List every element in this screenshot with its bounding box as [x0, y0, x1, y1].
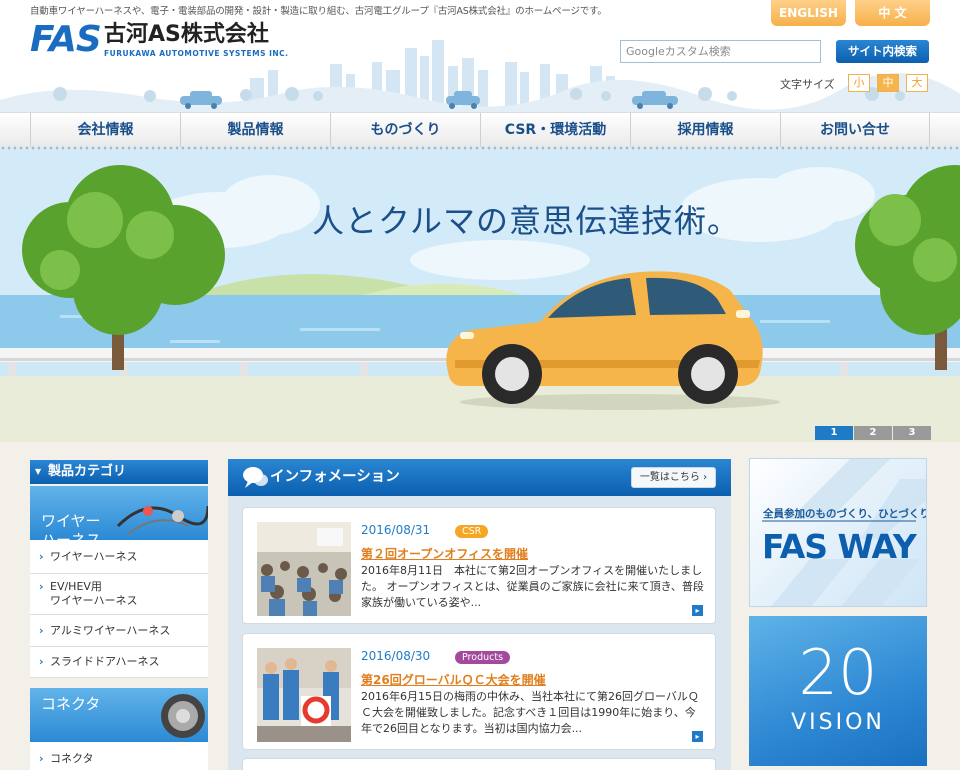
news-date: 2016/08/31 — [361, 523, 431, 537]
wire-harness-banner[interactable]: ワイヤー ハーネス — [30, 486, 208, 540]
read-more-arrow-icon[interactable]: ▸ — [692, 605, 703, 616]
product-category-header: 製品カテゴリ — [30, 460, 208, 484]
news-excerpt: 2016年8月11日 本社にて第2回オープンオフィスを開催いたしました。 オープ… — [361, 564, 704, 609]
read-more-arrow-icon[interactable]: ▸ — [692, 731, 703, 742]
nav-products[interactable]: 製品情報 — [180, 113, 330, 147]
sidebar-item-connector[interactable]: コネクタ — [30, 742, 208, 770]
global-navigation: 会社情報 製品情報 ものづくり CSR・環境活動 採用情報 お問い合せ — [0, 112, 960, 150]
sidebar-item-ev-hev-wire-harness[interactable]: EV/HEV用 ワイヤーハーネス — [30, 574, 208, 615]
logo-mark: FAS — [30, 19, 102, 60]
news-item[interactable] — [242, 758, 716, 770]
news-tag-badge: Products — [455, 651, 511, 664]
sidebar-item-wire-harness[interactable]: ワイヤーハーネス — [30, 540, 208, 574]
vision-20-banner[interactable]: 20 VISION — [749, 616, 927, 766]
hero-illustration — [0, 150, 960, 442]
nav-company-info[interactable]: 会社情報 — [30, 113, 180, 147]
connector-banner-label: コネクタ — [41, 695, 101, 713]
view-all-label: 一覧はこちら — [639, 472, 700, 483]
connector-icon — [161, 694, 205, 738]
slide-3-button[interactable]: 3 — [893, 426, 931, 440]
news-photo-office — [257, 522, 351, 616]
news-photo-qc — [257, 648, 351, 742]
font-size-small-button[interactable]: 小 — [848, 74, 870, 92]
site-tagline: 自動車ワイヤーハーネスや、電子・電装部品の開発・設計・製造に取り組む、古河電工グ… — [30, 6, 607, 17]
slide-2-button[interactable]: 2 — [854, 426, 892, 440]
news-title-link[interactable]: 第２回オープンオフィスを開催 — [361, 545, 528, 562]
font-size-medium-button[interactable]: 中 — [877, 74, 899, 92]
information-title: インフォメーション — [270, 469, 400, 485]
fas-way-subtitle: 全員参加のものづくり、ひとづくり — [763, 508, 927, 520]
news-item[interactable]: 2016/08/31 CSR 第２回オープンオフィスを開催 2016年8月11日… — [242, 507, 716, 624]
search-input[interactable]: Googleカスタム検索 — [620, 40, 821, 63]
slide-1-button[interactable]: 1 — [815, 426, 853, 440]
news-tag-badge: CSR — [455, 525, 489, 538]
font-size-large-button[interactable]: 大 — [906, 74, 928, 92]
hero-slideshow[interactable]: 人とクルマの意思伝達技術。 1 2 3 — [0, 150, 960, 442]
sidebar-item-aluminum-wire-harness[interactable]: アルミワイヤーハーネス — [30, 615, 208, 647]
news-title-link[interactable]: 第26回グローバルＱＣ大会を開催 — [361, 671, 546, 688]
wire-harness-icon — [116, 505, 208, 535]
site-search-button[interactable]: サイト内検索 — [836, 40, 929, 63]
nav-recruit[interactable]: 採用情報 — [630, 113, 780, 147]
vision-number: 20 — [798, 636, 878, 709]
logo-english-name: FURUKAWA AUTOMOTIVE SYSTEMS INC. — [104, 49, 289, 58]
hero-caption: 人とクルマの意思伝達技術。 — [312, 202, 741, 240]
vision-word: VISION — [791, 710, 885, 735]
company-logo[interactable]: FAS 古河AS株式会社 FURUKAWA AUTOMOTIVE SYSTEMS… — [30, 22, 300, 62]
fas-way-title: FAS WAY — [762, 527, 917, 566]
chinese-button[interactable]: 中 文 — [855, 0, 930, 26]
information-header: インフォメーション 一覧はこちら › — [228, 459, 731, 496]
nav-contact[interactable]: お問い合せ — [780, 113, 930, 147]
site-header: 自動車ワイヤーハーネスや、電子・電装部品の開発・設計・製造に取り組む、古河電工グ… — [0, 0, 960, 112]
sidebar-item-slide-door-harness[interactable]: スライドドアハーネス — [30, 647, 208, 678]
nav-monozukuri[interactable]: ものづくり — [330, 113, 480, 147]
fas-way-banner[interactable]: 全員参加のものづくり、ひとづくり FAS WAY — [749, 458, 927, 607]
connector-banner[interactable]: コネクタ — [30, 688, 208, 742]
view-all-button[interactable]: 一覧はこちら › — [631, 467, 716, 488]
wire-harness-banner-label: ワイヤー ハーネス — [41, 512, 102, 540]
nav-csr[interactable]: CSR・環境活動 — [480, 113, 630, 147]
news-date: 2016/08/30 — [361, 649, 431, 663]
news-item[interactable]: 2016/08/30 Products 第26回グローバルＱＣ大会を開催 201… — [242, 633, 716, 750]
font-size-label: 文字サイズ — [780, 78, 835, 91]
speech-bubble-icon — [243, 467, 268, 488]
english-button[interactable]: ENGLISH — [771, 0, 846, 26]
news-excerpt: 2016年6月15日の梅雨の中休み、当社本社にて第26回グローバルＱＣ大会を開催… — [361, 690, 699, 735]
logo-company-name: 古河AS株式会社 — [104, 22, 269, 47]
